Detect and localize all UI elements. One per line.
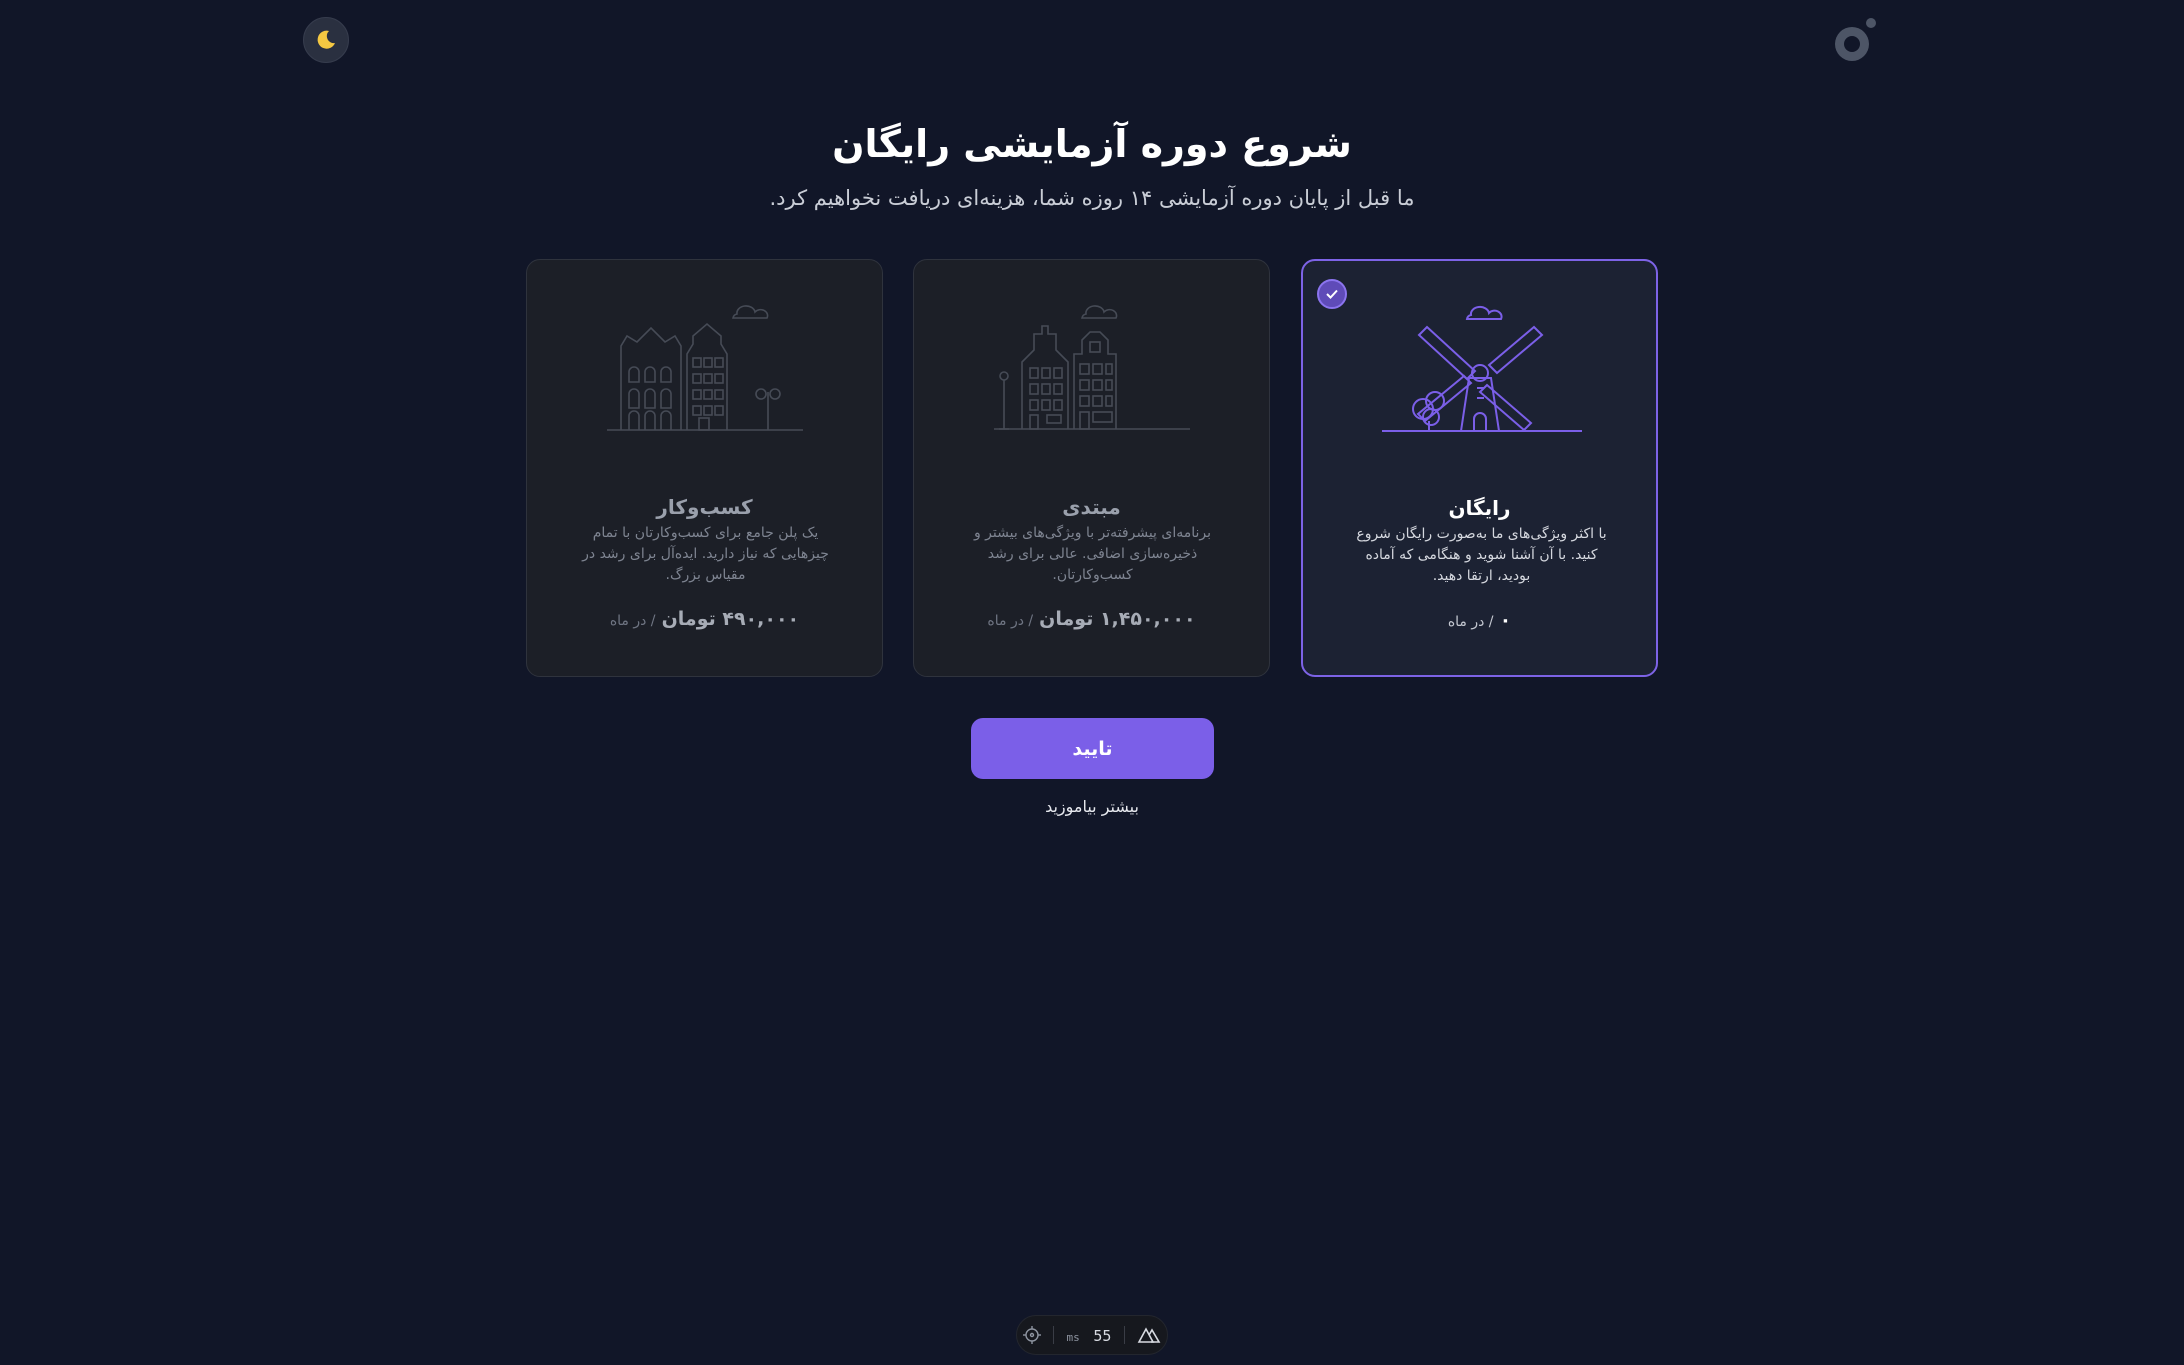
plan-name: مبتدی [1062, 495, 1121, 519]
plan-price: ۰ / در ماه [1303, 609, 1656, 631]
plan-price-period: / در ماه [609, 613, 656, 629]
plan-price-amount: ۴۹۰,۰۰۰ تومان [661, 608, 800, 630]
crosshair-icon[interactable] [1023, 1326, 1042, 1344]
plan-price-amount: ۱,۴۵۰,۰۰۰ تومان [1039, 608, 1196, 630]
page-subtitle: ما قبل از پایان دوره آزمایشی ۱۴ روزه شما… [769, 186, 1415, 210]
theme-toggle-button[interactable] [303, 17, 349, 63]
render-time-unit: ms [1066, 1330, 1080, 1344]
windmill-illustration [1382, 305, 1582, 432]
brand-logo-icon [1835, 18, 1876, 61]
confirm-button[interactable]: تایید [971, 718, 1214, 779]
plan-description: یک پلن جامع برای کسب‌وکارتان با تمام چیز… [582, 525, 829, 583]
plan-price: ۴۹۰,۰۰۰ تومان / در ماه [527, 608, 882, 630]
plan-name: کسب‌وکار [656, 495, 753, 519]
check-icon [1317, 279, 1347, 309]
learn-more-link[interactable]: بیشتر بیاموزید [0, 797, 2184, 816]
plan-name: رایگان [1448, 496, 1511, 520]
plan-card-free[interactable]: رایگان با اکثر ویژگی‌های ما به‌صورت رایگ… [1301, 259, 1658, 677]
plan-price: ۱,۴۵۰,۰۰۰ تومان / در ماه [914, 608, 1269, 630]
render-time-value: 55 [1093, 1326, 1112, 1345]
render-time: ms 55 [1067, 1326, 1112, 1345]
moon-icon [317, 30, 335, 49]
toolbar-divider [1123, 1326, 1125, 1344]
plan-price-amount: ۰ [1499, 609, 1512, 631]
plan-card-business[interactable]: کسب‌وکار یک پلن جامع برای کسب‌وکارتان با… [526, 259, 883, 677]
plan-description: برنامه‌ای پیشرفته‌تر با ویژگی‌های بیشتر … [973, 525, 1212, 583]
houses-illustration [994, 305, 1190, 430]
dev-toolbar: ms 55 [1016, 1315, 1168, 1355]
page-title: شروع دوره آزمایشی رایگان [832, 122, 1352, 166]
plan-price-period: / در ماه [987, 613, 1034, 629]
plan-description: با اکثر ویژگی‌های ما به‌صورت رایگان شروع… [1356, 526, 1607, 584]
toolbar-divider [1053, 1326, 1055, 1344]
plan-price-period: / در ماه [1447, 614, 1494, 630]
framework-logo-icon[interactable] [1137, 1326, 1161, 1344]
plan-card-starter[interactable]: مبتدی برنامه‌ای پیشرفته‌تر با ویژگی‌های … [913, 259, 1270, 677]
buildings-illustration [607, 305, 803, 431]
